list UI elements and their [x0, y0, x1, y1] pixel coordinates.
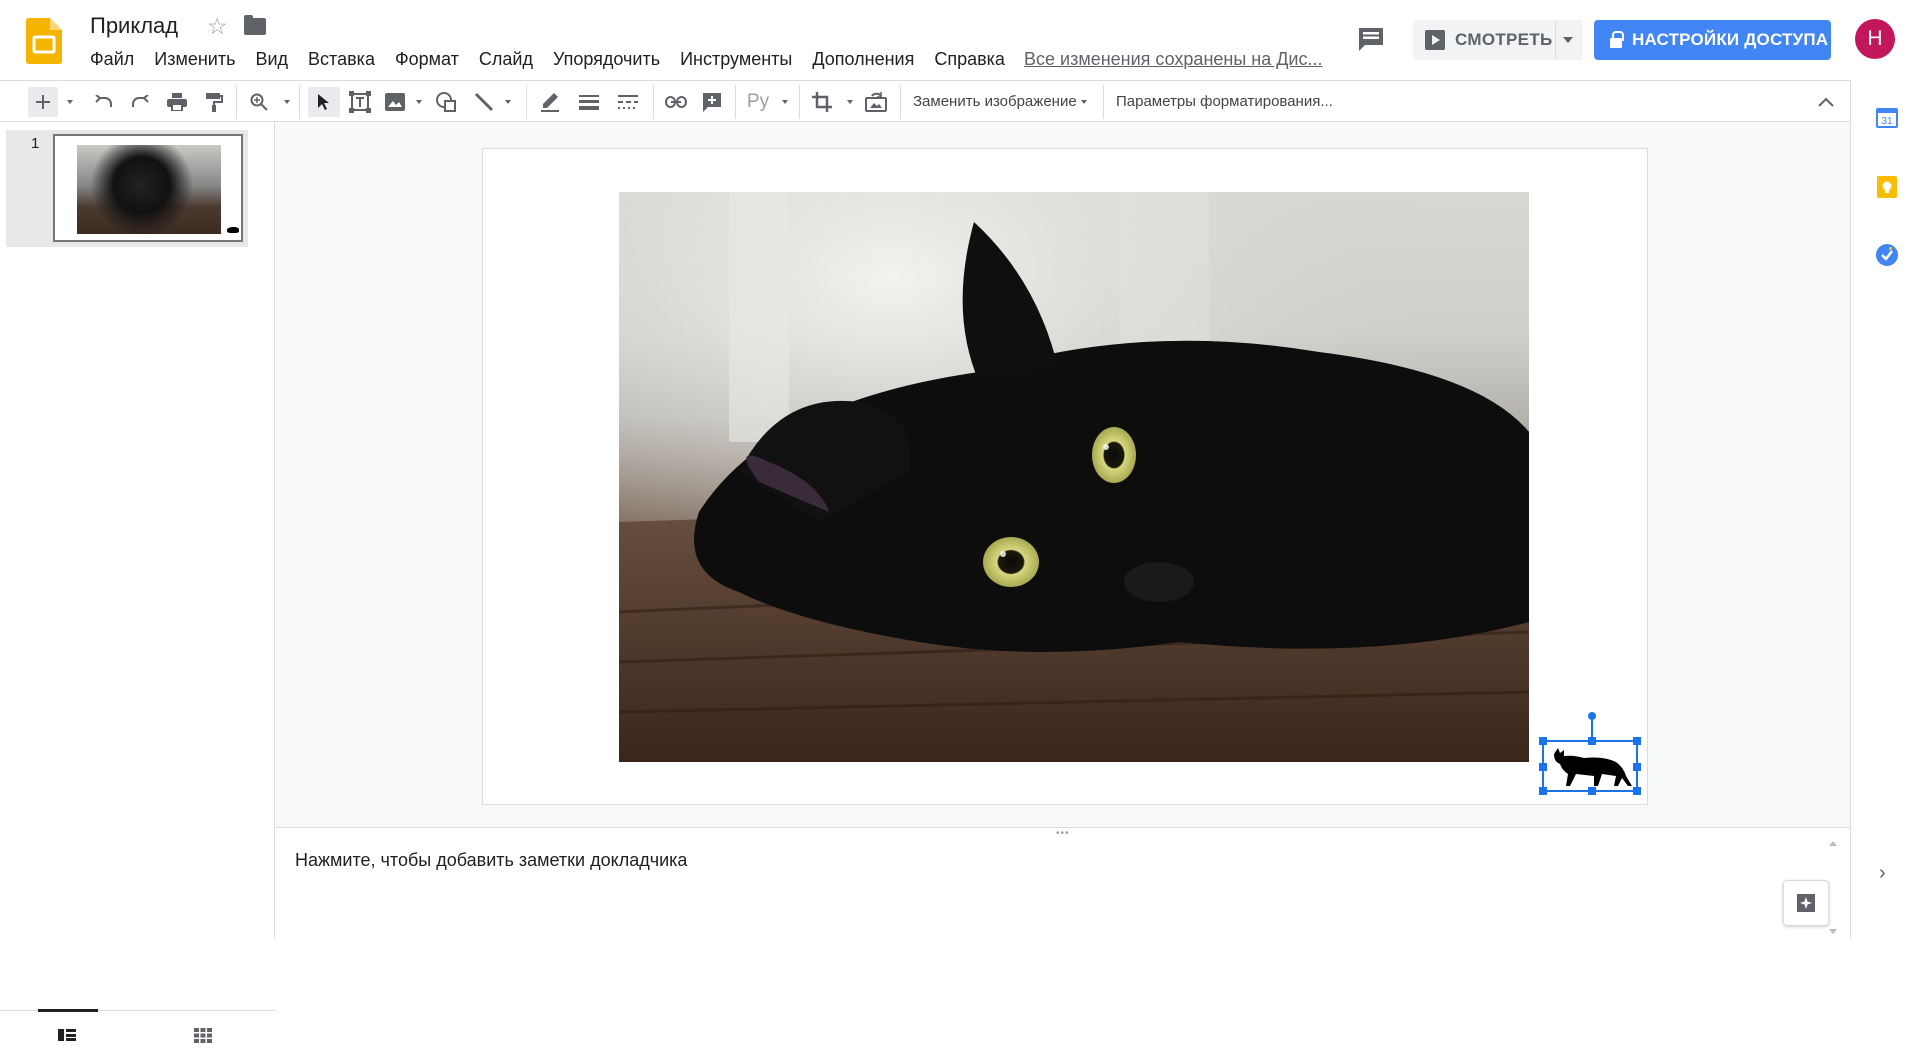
- rotate-handle[interactable]: [1588, 712, 1596, 720]
- filmstrip-view-icon[interactable]: [58, 1027, 76, 1043]
- reset-image-icon[interactable]: [862, 87, 890, 117]
- menu-format[interactable]: Формат: [385, 49, 469, 71]
- menu-tools[interactable]: Инструменты: [670, 49, 802, 71]
- image-icon[interactable]: [381, 87, 409, 117]
- slide-editor-canvas: [276, 122, 1850, 827]
- crop-icon[interactable]: [808, 87, 836, 117]
- cat-photo[interactable]: [619, 192, 1529, 762]
- star-icon[interactable]: ☆: [207, 13, 228, 40]
- speaker-notes-placeholder[interactable]: Нажмите, чтобы добавить заметки докладчи…: [295, 850, 687, 871]
- cat-silhouette-image[interactable]: [1539, 712, 1641, 795]
- present-icon: [1425, 30, 1445, 50]
- replace-image-button[interactable]: Заменить изображение: [913, 93, 1087, 110]
- text-box-icon[interactable]: [346, 87, 374, 117]
- select-tool-icon[interactable]: [308, 87, 340, 117]
- zoom-dropdown-icon[interactable]: [278, 87, 292, 117]
- resize-handle-s[interactable]: [1588, 787, 1596, 795]
- account-avatar[interactable]: Н: [1855, 19, 1895, 59]
- slide-number: 1: [31, 135, 40, 152]
- present-label: СМОТРЕТЬ: [1455, 30, 1553, 49]
- present-dropdown-icon[interactable]: [1563, 37, 1573, 43]
- app-header: Приклад ☆ Файл Изменить Вид Вставка Форм…: [0, 0, 1920, 80]
- slides-logo-icon[interactable]: [26, 18, 62, 64]
- replace-image-label: Заменить изображение: [913, 93, 1077, 110]
- toolbar: Ру Заменить изображение Параметры формат…: [0, 80, 1850, 122]
- expand-panel-icon[interactable]: ›: [1879, 862, 1886, 885]
- tasks-icon[interactable]: [1876, 244, 1898, 266]
- menu-bar: Файл Изменить Вид Вставка Формат Слайд У…: [80, 49, 1015, 71]
- slide-thumbnail[interactable]: [53, 134, 243, 242]
- resize-handle-ne[interactable]: [1633, 737, 1641, 745]
- calendar-icon[interactable]: 31: [1876, 106, 1898, 128]
- thumbnail-photo: [77, 145, 221, 234]
- redo-icon[interactable]: [127, 87, 155, 117]
- notes-scrollbar[interactable]: [1826, 837, 1840, 938]
- shape-icon[interactable]: [432, 87, 460, 117]
- side-panel: 31 ›: [1850, 80, 1920, 938]
- zoom-icon[interactable]: [246, 87, 272, 117]
- present-button[interactable]: СМОТРЕТЬ: [1413, 20, 1583, 60]
- slide-thumbnail-item[interactable]: 1: [6, 130, 248, 247]
- menu-view[interactable]: Вид: [245, 49, 298, 71]
- border-weight-icon[interactable]: [575, 87, 603, 117]
- comments-icon[interactable]: [1357, 26, 1385, 52]
- resize-handle-sw[interactable]: [1539, 787, 1547, 795]
- undo-icon[interactable]: [89, 87, 117, 117]
- lock-icon: [1610, 30, 1624, 48]
- new-slide-icon[interactable]: [28, 87, 58, 117]
- resize-handle-se[interactable]: [1633, 787, 1641, 795]
- explore-button[interactable]: [1783, 880, 1829, 926]
- input-tools-dropdown-icon[interactable]: [777, 87, 789, 117]
- resize-handle-e[interactable]: [1633, 763, 1641, 771]
- document-title[interactable]: Приклад: [90, 13, 178, 39]
- folder-icon[interactable]: [244, 15, 266, 35]
- keep-icon[interactable]: [1876, 176, 1898, 198]
- share-label: НАСТРОЙКИ ДОСТУПА: [1632, 30, 1829, 49]
- menu-edit[interactable]: Изменить: [144, 49, 245, 71]
- share-button[interactable]: НАСТРОЙКИ ДОСТУПА: [1594, 20, 1831, 60]
- thumbnail-cat-icon: [227, 227, 239, 233]
- resize-handle-nw[interactable]: [1539, 737, 1547, 745]
- link-icon[interactable]: [662, 87, 690, 117]
- line-dropdown-icon[interactable]: [500, 87, 512, 117]
- filmstrip-view-tabs: [0, 1009, 275, 1060]
- svg-text:31: 31: [1881, 116, 1893, 127]
- collapse-toolbar-icon[interactable]: [1812, 87, 1840, 117]
- input-tools-button[interactable]: Ру: [744, 87, 772, 117]
- menu-help[interactable]: Справка: [924, 49, 1015, 71]
- add-comment-icon[interactable]: [698, 87, 726, 117]
- border-dash-icon[interactable]: [614, 87, 642, 117]
- format-options-button[interactable]: Параметры форматирования...: [1116, 93, 1333, 110]
- slide-page[interactable]: [482, 148, 1648, 805]
- resize-handle-w[interactable]: [1539, 763, 1547, 771]
- replace-image-dropdown-icon: [1080, 100, 1087, 105]
- crop-dropdown-icon[interactable]: [842, 87, 854, 117]
- paint-format-icon[interactable]: [200, 87, 228, 117]
- menu-arrange[interactable]: Упорядочить: [543, 49, 670, 71]
- border-color-icon[interactable]: [536, 87, 564, 117]
- speaker-notes-panel[interactable]: Нажмите, чтобы добавить заметки докладчи…: [276, 837, 1850, 938]
- menu-insert[interactable]: Вставка: [298, 49, 385, 71]
- menu-file[interactable]: Файл: [80, 49, 144, 71]
- grid-view-icon[interactable]: [194, 1027, 212, 1043]
- line-icon[interactable]: [470, 87, 498, 117]
- menu-slide[interactable]: Слайд: [469, 49, 543, 71]
- filmstrip-panel: 1: [0, 122, 275, 1043]
- save-status-link[interactable]: Все изменения сохранены на Дис...: [1024, 49, 1322, 70]
- resize-handle-n[interactable]: [1588, 737, 1596, 745]
- print-icon[interactable]: [163, 87, 191, 117]
- new-slide-dropdown-icon[interactable]: [60, 87, 76, 117]
- menu-addons[interactable]: Дополнения: [802, 49, 924, 71]
- image-dropdown-icon[interactable]: [411, 87, 423, 117]
